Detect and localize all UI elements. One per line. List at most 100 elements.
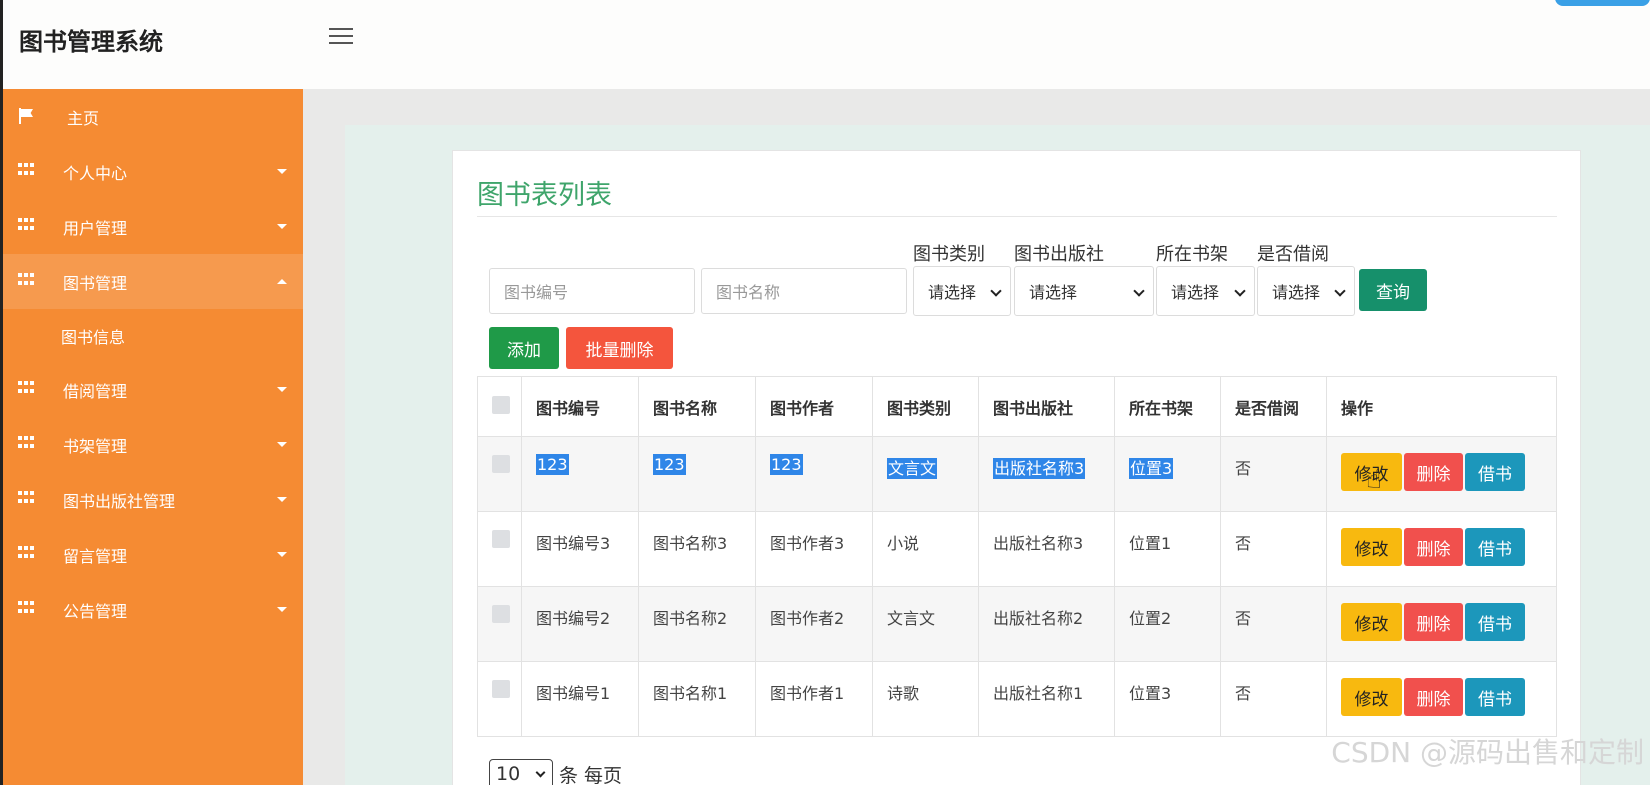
caret-down-icon: [277, 387, 287, 392]
bulk-delete-button[interactable]: 批量删除: [566, 327, 673, 369]
top-header: 图书管理系统: [0, 0, 1650, 89]
col-header-book-name[interactable]: 图书名称: [638, 376, 756, 437]
sidebar-subitem-book-info[interactable]: 图书信息: [3, 309, 303, 362]
cell-book-no: 图书编号3: [521, 511, 639, 587]
select-all-checkbox[interactable]: [492, 395, 510, 414]
sidebar-item-publisher-management[interactable]: 图书出版社管理: [3, 472, 303, 527]
selected-text: 位置3: [1129, 458, 1174, 479]
cell-borrowed: 否: [1220, 586, 1327, 662]
grid-icon: [18, 218, 34, 232]
cell-publisher: 出版社名称2: [978, 586, 1115, 662]
cell-borrowed: 否: [1220, 661, 1327, 737]
col-header-borrowed[interactable]: 是否借阅: [1220, 376, 1327, 437]
sidebar-item-borrow-management[interactable]: 借阅管理: [3, 362, 303, 417]
col-header-category[interactable]: 图书类别: [872, 376, 979, 437]
sidebar-item-label: 书架管理: [63, 436, 128, 456]
delete-button[interactable]: 删除: [1404, 603, 1463, 641]
borrow-button[interactable]: 借书: [1465, 603, 1525, 641]
app-title: 图书管理系统: [19, 28, 163, 56]
sidebar-item-personal-center[interactable]: 个人中心: [3, 144, 303, 199]
cell-actions: 修改 删除 借书: [1326, 661, 1557, 737]
sidebar-item-message-management[interactable]: 留言管理: [3, 527, 303, 582]
title-divider: [477, 216, 1557, 217]
hamburger-menu-icon[interactable]: [329, 28, 353, 46]
selected-text: 文言文: [887, 458, 938, 479]
page-size-select[interactable]: 10: [489, 759, 553, 785]
sidebar-item-book-management[interactable]: 图书管理: [3, 254, 303, 309]
sidebar-item-user-management[interactable]: 用户管理: [3, 199, 303, 254]
publisher-select[interactable]: 请选择: [1014, 266, 1154, 316]
select-all-cell: [477, 376, 522, 437]
cell-category: 文言文: [872, 586, 979, 662]
borrow-button[interactable]: 借书: [1465, 678, 1525, 716]
shelf-filter-label: 所在书架: [1156, 244, 1228, 265]
edit-button[interactable]: 修改: [1341, 603, 1402, 641]
cell-author: 图书作者3: [755, 511, 873, 587]
row-checkbox-cell: [477, 436, 522, 512]
hand-pointer-cursor-icon: ☝: [1366, 465, 1382, 495]
row-checkbox[interactable]: [492, 455, 510, 473]
borrowed-select[interactable]: 请选择: [1257, 266, 1355, 316]
borrow-button[interactable]: 借书: [1465, 453, 1525, 491]
cell-category: 诗歌: [872, 661, 979, 737]
category-select[interactable]: 请选择: [913, 266, 1011, 316]
cell-author: 123: [755, 436, 873, 512]
cell-book-name: 图书名称3: [638, 511, 756, 587]
cell-category: 文言文: [872, 436, 979, 512]
shelf-select[interactable]: 请选择: [1156, 266, 1255, 316]
watermark: CSDN @源码出售和定制: [1331, 736, 1644, 769]
row-checkbox-cell: [477, 511, 522, 587]
cell-category: 小说: [872, 511, 979, 587]
edit-button[interactable]: 修改: [1341, 528, 1402, 566]
delete-button[interactable]: 删除: [1404, 678, 1463, 716]
col-header-author[interactable]: 图书作者: [755, 376, 873, 437]
table-row: 图书编号1 图书名称1 图书作者1 诗歌 出版社名称1 位置3 否 修改 删除 …: [477, 661, 1557, 737]
caret-down-icon: [277, 224, 287, 229]
sidebar-item-label: 公告管理: [63, 601, 128, 621]
row-checkbox[interactable]: [492, 605, 510, 623]
book-no-search-input[interactable]: 图书编号: [489, 268, 695, 314]
chevron-down-icon: [990, 285, 1002, 297]
sidebar-item-notice-management[interactable]: 公告管理: [3, 582, 303, 637]
borrow-button[interactable]: 借书: [1465, 528, 1525, 566]
caret-down-icon: [277, 442, 287, 447]
publisher-select-value: 请选择: [1029, 283, 1078, 302]
cell-shelf: 位置1: [1114, 511, 1221, 587]
col-header-shelf[interactable]: 所在书架: [1114, 376, 1221, 437]
cell-book-name: 123: [638, 436, 756, 512]
selected-text: 出版社名称3: [993, 458, 1086, 479]
cell-publisher: 出版社名称3: [978, 511, 1115, 587]
table-row: 123 123 123 文言文 出版社名称3 位置3 否 修改 删除 借书: [477, 436, 1557, 512]
query-button[interactable]: 查询: [1359, 269, 1427, 311]
row-checkbox[interactable]: [492, 680, 510, 698]
publisher-filter-label: 图书出版社: [1014, 244, 1104, 265]
cell-shelf: 位置3: [1114, 436, 1221, 512]
grid-icon: [18, 273, 34, 287]
caret-down-icon: [277, 552, 287, 557]
book-name-search-input[interactable]: 图书名称: [701, 268, 907, 314]
caret-up-icon: [277, 279, 287, 284]
sidebar-item-shelf-management[interactable]: 书架管理: [3, 417, 303, 472]
cell-borrowed: 否: [1220, 436, 1327, 512]
chevron-down-icon: [1133, 285, 1145, 297]
col-header-publisher[interactable]: 图书出版社: [978, 376, 1115, 437]
chevron-down-icon: [1334, 285, 1346, 297]
sidebar-item-label: 图书出版社管理: [63, 491, 176, 511]
delete-button[interactable]: 删除: [1404, 453, 1463, 491]
sidebar-item-home[interactable]: 主页: [3, 89, 303, 144]
cell-shelf: 位置3: [1114, 661, 1221, 737]
edit-button[interactable]: 修改: [1341, 678, 1402, 716]
table-header-row: 图书编号 图书名称 图书作者 图书类别 图书出版社 所在书架 是否借阅 操作: [477, 376, 1557, 437]
selected-text: 123: [536, 454, 569, 475]
add-button[interactable]: 添加: [489, 327, 559, 369]
cell-author: 图书作者2: [755, 586, 873, 662]
cell-book-name: 图书名称2: [638, 586, 756, 662]
grid-icon: [18, 491, 34, 505]
borrowed-filter-label: 是否借阅: [1257, 244, 1329, 265]
cell-actions: 修改 删除 借书: [1326, 586, 1557, 662]
grid-icon: [18, 546, 34, 560]
delete-button[interactable]: 删除: [1404, 528, 1463, 566]
page-size-value: 10: [496, 763, 521, 785]
row-checkbox[interactable]: [492, 530, 510, 548]
col-header-book-no[interactable]: 图书编号: [521, 376, 639, 437]
